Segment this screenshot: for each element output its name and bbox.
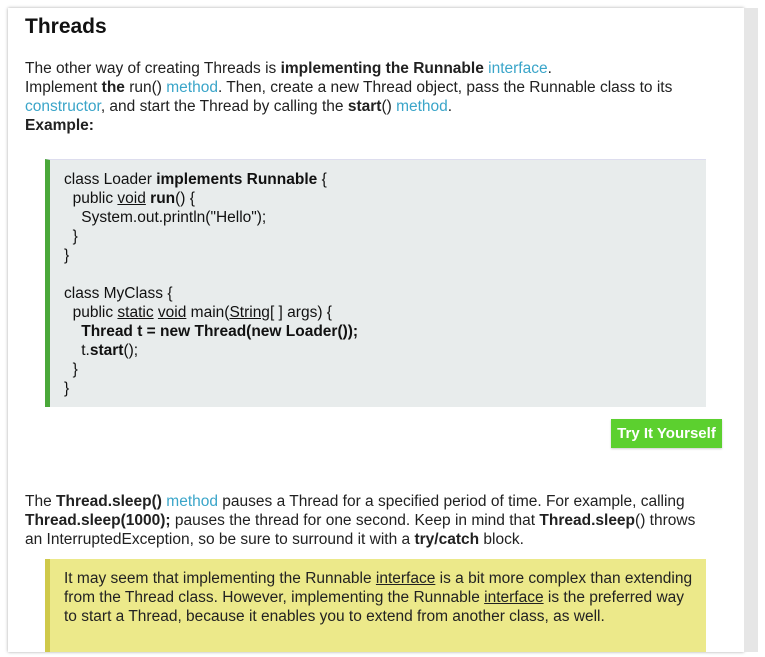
intro-text: , and start the Thread by calling the xyxy=(100,98,348,115)
method-link[interactable]: method xyxy=(166,493,218,510)
example-label: Example: xyxy=(25,117,94,134)
intro-text: . xyxy=(447,98,453,115)
sleep-bold: Thread.sleep xyxy=(539,512,636,529)
interface-link[interactable]: interface xyxy=(484,589,543,606)
intro-text: run() xyxy=(124,79,167,96)
sleep-text: block. xyxy=(479,531,524,548)
sleep-bold: try/catch xyxy=(414,531,480,548)
section-title: Threads xyxy=(25,15,107,38)
intro-text: () xyxy=(381,98,397,115)
sleep-text: The xyxy=(25,493,57,510)
lesson-panel: Threads The other way of creating Thread… xyxy=(8,8,744,652)
intro-text: The other way of creating Threads is xyxy=(25,60,281,77)
interface-link[interactable]: interface xyxy=(488,60,547,77)
code-example: class Loader implements Runnable { publi… xyxy=(45,159,706,407)
sleep-bold: Thread.sleep(1000); xyxy=(25,512,171,529)
intro-text: Implement xyxy=(25,79,102,96)
note-text: It may seem that implementing the Runnab… xyxy=(64,570,693,625)
intro-text: . Then, create a new Thread object, pass… xyxy=(217,79,673,96)
sleep-text: () throws xyxy=(635,512,696,529)
code-block: class Loader implements Runnable { publi… xyxy=(64,171,359,397)
intro-bold: start xyxy=(347,98,382,115)
interface-link[interactable]: interface xyxy=(376,570,435,587)
intro-paragraph: The other way of creating Threads is imp… xyxy=(25,59,725,135)
sleep-text: pauses the thread for one second. Keep i… xyxy=(170,512,540,529)
scrollbar[interactable] xyxy=(744,8,758,652)
note-box: It may seem that implementing the Runnab… xyxy=(45,559,706,652)
try-it-yourself-button[interactable]: Try It Yourself xyxy=(611,419,722,448)
intro-text: . xyxy=(547,60,552,77)
intro-bold: the xyxy=(101,79,125,96)
method-link[interactable]: method xyxy=(166,79,218,96)
constructor-link[interactable]: constructor xyxy=(25,98,101,115)
sleep-bold: Thread.sleep() xyxy=(56,493,162,510)
method-link[interactable]: method xyxy=(396,98,448,115)
sleep-text: an InterruptedException, so be sure to s… xyxy=(25,531,415,548)
sleep-text: pauses a Thread for a specified period o… xyxy=(217,493,685,510)
intro-bold: implementing the Runnable xyxy=(280,60,484,77)
sleep-paragraph: The Thread.sleep() method pauses a Threa… xyxy=(25,492,725,549)
